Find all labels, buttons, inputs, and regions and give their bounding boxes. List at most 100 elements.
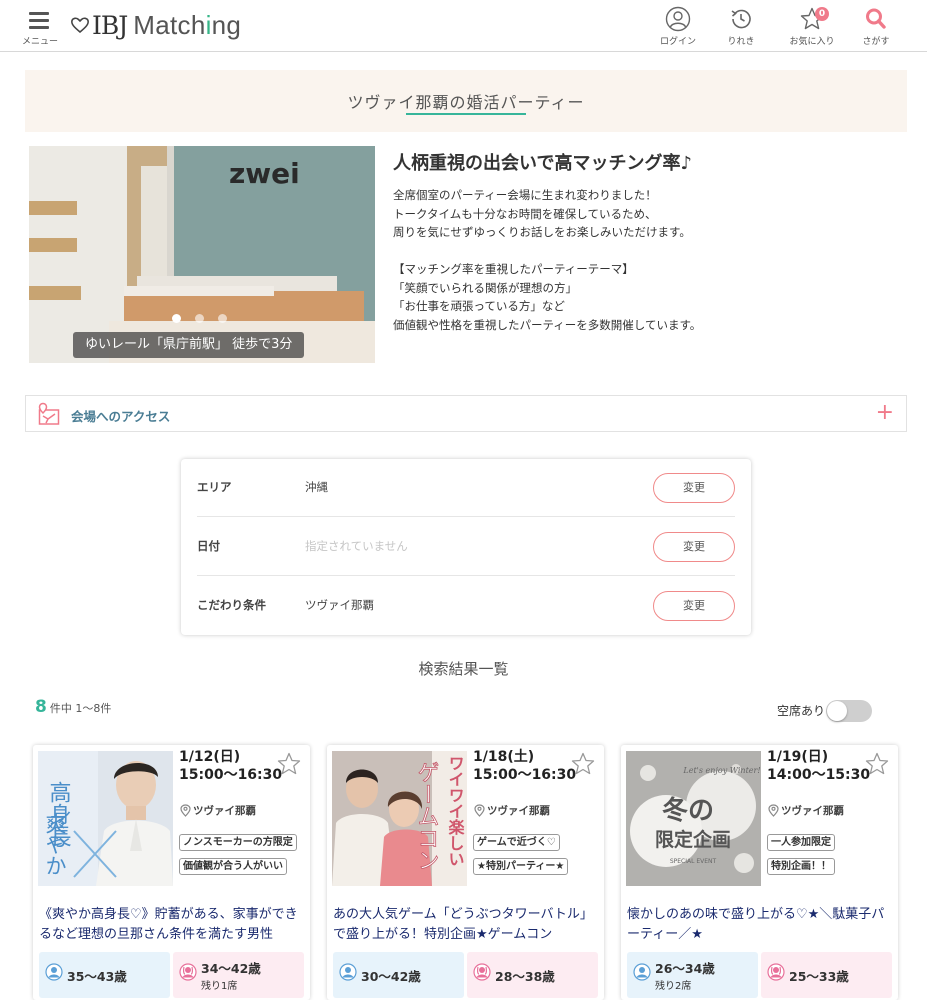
party-tag: ノンスモーカーの方限定 bbox=[179, 834, 297, 851]
change-area-button[interactable]: 変更 bbox=[653, 473, 735, 503]
page-title: ツヴァイ那覇の婚活パーティー bbox=[347, 93, 585, 112]
party-image: Let's enjoy Winter! 冬の 限定企画 SPECIAL EVEN… bbox=[626, 751, 761, 886]
hero-heading: 人柄重視の出会いで高マッチング率♪ bbox=[393, 153, 692, 174]
venue-photo-slider[interactable]: zwei ゆいレール「県庁前駅」 徒歩で3分 bbox=[29, 146, 375, 363]
vacancy-label: 空席あり bbox=[777, 704, 826, 718]
party-location: ツヴァイ那覇 bbox=[768, 803, 844, 818]
login-label: ログイン bbox=[659, 37, 696, 47]
filter-row-date: 日付 指定されていません 変更 bbox=[197, 518, 735, 576]
party-image-art-3: Let's enjoy Winter! 冬の 限定企画 SPECIAL EVEN… bbox=[626, 751, 761, 886]
male-icon bbox=[45, 963, 63, 981]
change-date-button[interactable]: 変更 bbox=[653, 532, 735, 562]
seats-remaining: 残り2席 bbox=[655, 981, 692, 992]
user-icon bbox=[665, 6, 691, 32]
location-pin-icon bbox=[768, 804, 779, 817]
filter-row-area: エリア 沖縄 変更 bbox=[197, 459, 735, 517]
logo-matching: Matching bbox=[133, 9, 242, 40]
favorites-count-badge: 0 bbox=[815, 7, 829, 21]
search-conditions-panel: エリア 沖縄 変更 日付 指定されていません 変更 こだわり条件 ツヴァイ那覇 … bbox=[181, 459, 751, 635]
map-pin-icon bbox=[38, 402, 60, 425]
result-count-suffix: 件中 1〜8件 bbox=[49, 702, 112, 715]
slider-dot-1[interactable] bbox=[172, 314, 181, 323]
logo[interactable]: IBJ Matching bbox=[70, 8, 241, 42]
history-nav[interactable]: りれき bbox=[709, 6, 773, 48]
menu-button[interactable]: メニュー bbox=[20, 9, 58, 47]
hero-line: 全席個室のパーティー会場に生まれ変わりました！ bbox=[393, 188, 657, 202]
female-age-range: 28〜38歳 bbox=[495, 969, 555, 984]
male-age-range: 35〜43歳 bbox=[67, 969, 127, 984]
party-datetime: 1/18(土) 15:00〜16:30 bbox=[473, 749, 577, 783]
party-card[interactable]: Let's enjoy Winter! 冬の 限定企画 SPECIAL EVEN… bbox=[621, 745, 898, 1000]
female-age-box: 25〜33歳 bbox=[761, 952, 892, 998]
party-image-art-2: ワイワイ楽しい ゲームコン bbox=[332, 751, 467, 886]
party-datetime: 1/12(日) 15:00〜16:30 bbox=[179, 749, 283, 783]
photo-caption: ゆいレール「県庁前駅」 徒歩で3分 bbox=[73, 332, 305, 358]
party-card[interactable]: 高身長 爽やか 1/12(日) 15:00〜16:30 ツヴァイ那覇 ノンスモーカ… bbox=[33, 745, 310, 1000]
favorite-star-icon[interactable] bbox=[864, 751, 890, 777]
favorites-nav[interactable]: 0 お気に入り bbox=[780, 6, 844, 48]
slider-dots bbox=[172, 314, 227, 323]
female-age-range: 34〜42歳 bbox=[201, 961, 261, 976]
title-band: ツヴァイ那覇の婚活パーティー bbox=[25, 70, 907, 132]
hero-description: 全席個室のパーティー会場に生まれ変わりました！ トークタイムも十分なお時間を確保… bbox=[393, 186, 893, 334]
male-icon bbox=[633, 963, 651, 981]
female-age-box: 28〜38歳 bbox=[467, 952, 598, 998]
conditions-label: こだわり条件 bbox=[197, 598, 266, 612]
plus-icon: + bbox=[875, 400, 894, 425]
filter-row-conditions: こだわり条件 ツヴァイ那覇 変更 bbox=[197, 577, 735, 635]
male-age-box: 26〜34歳 残り2席 bbox=[627, 952, 758, 998]
location-pin-icon bbox=[474, 804, 485, 817]
search-label: さがす bbox=[862, 37, 890, 47]
slider-dot-3[interactable] bbox=[218, 314, 227, 323]
male-age-box: 35〜43歳 bbox=[39, 952, 170, 998]
image-text: 冬の bbox=[662, 796, 714, 826]
hero-line: トークタイムも十分なお時間を確保しているため、 bbox=[393, 206, 657, 221]
venue-access-accordion[interactable]: 会場へのアクセス + bbox=[25, 395, 907, 432]
party-image: 高身長 爽やか bbox=[38, 751, 173, 886]
male-icon bbox=[339, 963, 357, 981]
history-icon bbox=[731, 9, 751, 29]
vacancy-toggle[interactable] bbox=[826, 700, 872, 722]
heart-logo-icon bbox=[71, 17, 89, 34]
image-text: 爽やか bbox=[43, 813, 67, 876]
access-label: 会場へのアクセス bbox=[71, 409, 171, 424]
area-value: 沖縄 bbox=[305, 480, 328, 494]
date-label: 日付 bbox=[197, 539, 220, 553]
login-nav[interactable]: ログイン bbox=[646, 6, 710, 48]
logo-ibj: IBJ bbox=[92, 10, 128, 40]
party-image: ワイワイ楽しい ゲームコン bbox=[332, 751, 467, 886]
image-text: ゲームコン bbox=[414, 761, 439, 871]
hero-line: 「お仕事を頑張っている方」など bbox=[393, 299, 565, 313]
male-age-range: 26〜34歳 bbox=[655, 961, 715, 976]
area-label: エリア bbox=[197, 480, 232, 494]
image-text: ワイワイ楽しい bbox=[446, 755, 466, 867]
male-age-box: 30〜42歳 bbox=[333, 952, 464, 998]
image-text: 限定企画 bbox=[655, 828, 731, 851]
party-tag: 価値観が合う人がいい bbox=[179, 858, 287, 875]
party-tag: 特別企画！！ bbox=[767, 858, 835, 875]
female-icon bbox=[473, 963, 491, 981]
history-label: りれき bbox=[727, 37, 755, 47]
party-tag: ★特別パーティー★ bbox=[473, 858, 569, 875]
venue-photo: zwei bbox=[29, 146, 375, 363]
search-nav[interactable]: さがす bbox=[844, 6, 908, 48]
party-card[interactable]: ワイワイ楽しい ゲームコン 1/18(土) 15:00〜16:30 ツヴァイ那覇 … bbox=[327, 745, 604, 1000]
party-title-link[interactable]: 《爽やか高身長♡》貯蓄がある、家事ができるなど理想の旦那さん条件を満たす男性 bbox=[39, 905, 304, 945]
image-text: Let's enjoy Winter! bbox=[682, 766, 760, 775]
hamburger-icon bbox=[29, 12, 49, 33]
results-heading: 検索結果一覧 bbox=[418, 660, 509, 678]
favorites-label: お気に入り bbox=[789, 37, 835, 47]
party-title-link[interactable]: あの大人気ゲーム「どうぶつタワーバトル」で盛り上がる！特別企画★ゲームコン bbox=[333, 905, 598, 945]
slider-dot-2[interactable] bbox=[195, 314, 204, 323]
favorite-star-icon[interactable] bbox=[570, 751, 596, 777]
result-count: 8 件中 1〜8件 bbox=[35, 697, 111, 717]
party-tag: 一人参加限定 bbox=[767, 834, 835, 851]
search-icon bbox=[866, 8, 886, 29]
party-title-link[interactable]: 懐かしのあの味で盛り上がる♡★＼駄菓子パーティー／★ bbox=[627, 905, 892, 945]
favorite-star-icon[interactable] bbox=[276, 751, 302, 777]
header: メニュー IBJ Matching ログイン りれき 0 お気に入り さがす bbox=[0, 0, 927, 52]
female-icon bbox=[767, 963, 785, 981]
change-conditions-button[interactable]: 変更 bbox=[653, 591, 735, 621]
party-location: ツヴァイ那覇 bbox=[474, 803, 550, 818]
party-datetime: 1/19(日) 14:00〜15:30 bbox=[767, 749, 871, 783]
